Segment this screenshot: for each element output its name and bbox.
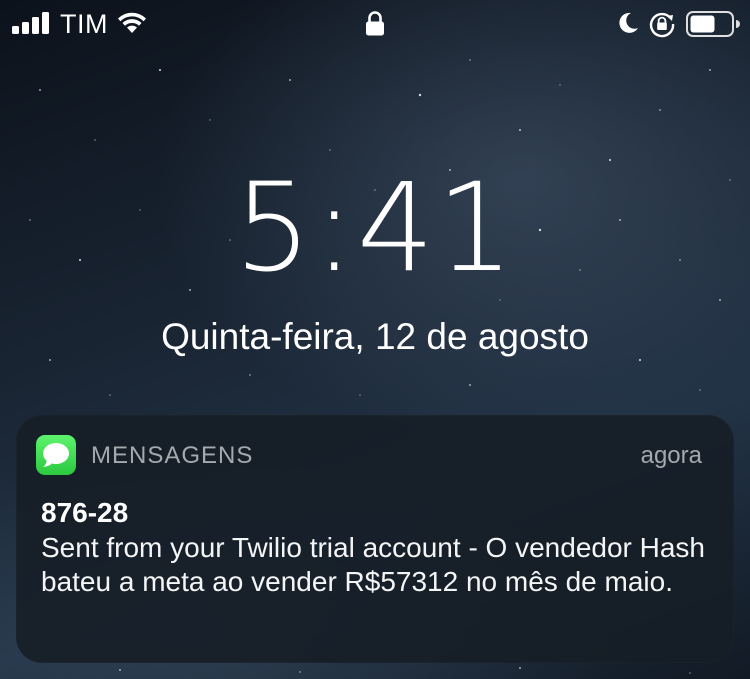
lock-screen-time: 5:41 xyxy=(234,157,516,299)
notification-timestamp: agora xyxy=(640,442,702,469)
lock-screen-date: Quinta-feira, 12 de agosto xyxy=(161,316,589,357)
messages-icon xyxy=(36,435,76,475)
message-notification[interactable]: MENSAGENS agora 876-28 Sent from your Tw… xyxy=(16,415,734,663)
lock-icon xyxy=(366,11,384,36)
signal-icon xyxy=(12,12,49,34)
notification-message: Sent from your Twilio trial account - O … xyxy=(41,532,706,597)
notification-app-name: MENSAGENS xyxy=(91,442,254,469)
status-bar: TIM xyxy=(0,0,750,48)
wifi-icon xyxy=(118,12,146,33)
rotation-lock-icon xyxy=(649,12,675,38)
do-not-disturb-moon-icon xyxy=(619,12,638,33)
battery-icon xyxy=(686,11,740,37)
carrier-name: TIM xyxy=(60,9,108,39)
notification-header: MENSAGENS agora xyxy=(36,435,702,475)
notification-sender: 876-28 xyxy=(41,497,129,528)
